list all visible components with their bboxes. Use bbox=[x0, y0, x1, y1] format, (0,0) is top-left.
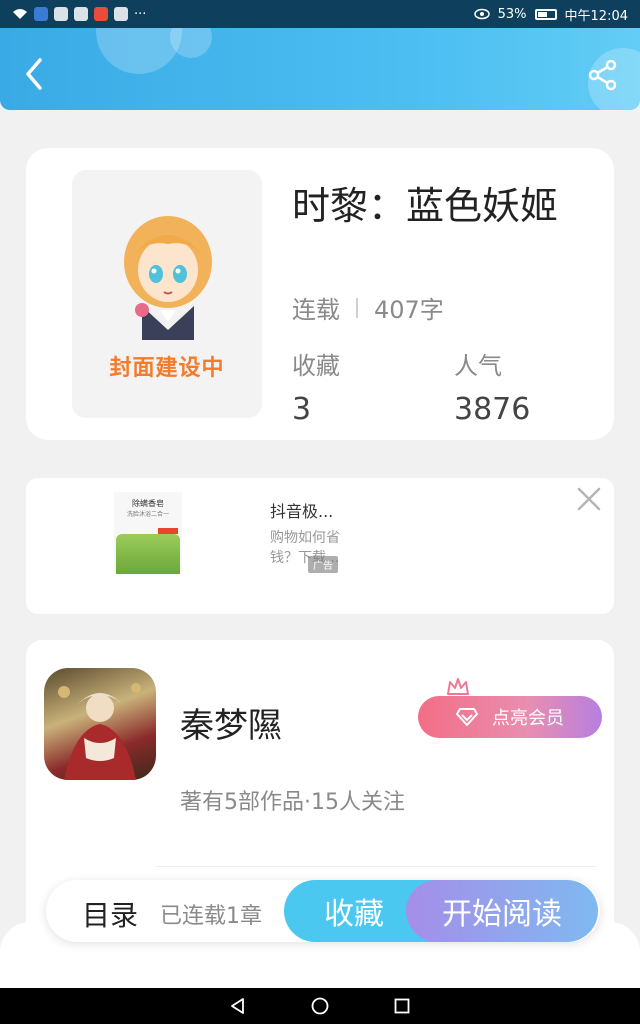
ad-image-label: 除螨香皂 bbox=[132, 499, 164, 508]
cover-illustration bbox=[124, 216, 212, 340]
chevron-left-icon bbox=[26, 58, 42, 90]
favorites-label: 收藏 bbox=[292, 352, 340, 380]
back-button[interactable] bbox=[20, 56, 50, 92]
book-title: 时黎：蓝色妖姬 bbox=[292, 184, 559, 228]
status-bar: ··· 53% 中午12:04 bbox=[0, 0, 640, 28]
ad-image[interactable]: 除螨香皂 洗脸沐浴二合一 bbox=[114, 492, 182, 574]
author-stats: 著有5部作品·15人关注 bbox=[180, 790, 405, 815]
close-icon bbox=[577, 487, 601, 511]
app-notification-icon bbox=[54, 7, 68, 21]
cover-placeholder-text: 封面建设中 bbox=[109, 356, 225, 381]
author-avatar[interactable] bbox=[44, 668, 156, 780]
app-notification-icon bbox=[34, 7, 48, 21]
read-button-label: 开始阅读 bbox=[442, 897, 562, 932]
eye-icon bbox=[473, 8, 490, 20]
bottom-action-bar: 目录 已连载1章 收藏 开始阅读 bbox=[46, 880, 600, 942]
diamond-icon bbox=[456, 708, 478, 726]
app-notification-icon bbox=[114, 7, 128, 21]
ad-image-sub: 洗脸沐浴二合一 bbox=[126, 511, 169, 518]
divider bbox=[156, 866, 596, 867]
book-meta: 连载 407字 bbox=[292, 290, 444, 325]
system-navigation-bar bbox=[0, 988, 640, 1024]
back-triangle-icon[interactable] bbox=[228, 996, 248, 1016]
book-status: 连载 bbox=[292, 296, 340, 324]
meta-divider bbox=[356, 297, 358, 318]
clock: 中午12:04 bbox=[564, 8, 628, 24]
author-name[interactable]: 秦梦隰 bbox=[180, 698, 282, 747]
popularity-value: 3876 bbox=[454, 392, 531, 427]
share-icon bbox=[588, 59, 617, 91]
vip-button-label: 点亮会员 bbox=[492, 708, 564, 729]
app-notification-icon bbox=[94, 7, 108, 21]
activate-vip-button[interactable]: 点亮会员 bbox=[418, 696, 602, 738]
book-info-card: 封面建设中 时黎：蓝色妖姬 连载 407字 收藏 3 人气 3876 bbox=[26, 148, 614, 440]
battery-icon bbox=[534, 8, 557, 20]
ad-close-button[interactable] bbox=[576, 486, 602, 512]
recents-square-icon[interactable] bbox=[392, 996, 412, 1016]
favorites-button-label: 收藏 bbox=[324, 897, 384, 932]
crown-icon bbox=[447, 678, 469, 695]
toc-button[interactable]: 目录 bbox=[82, 894, 138, 934]
share-button[interactable] bbox=[586, 58, 620, 92]
wifi-icon bbox=[13, 9, 27, 19]
word-count: 407字 bbox=[374, 296, 444, 324]
more-notifications: ··· bbox=[134, 6, 147, 22]
top-header bbox=[0, 28, 640, 110]
start-reading-button[interactable]: 开始阅读 bbox=[406, 880, 598, 942]
favorites-value: 3 bbox=[292, 392, 312, 427]
status-icons-left: ··· bbox=[12, 7, 146, 22]
ad-title[interactable]: 抖音极... bbox=[270, 498, 333, 522]
chapter-count[interactable]: 已连载1章 bbox=[160, 898, 262, 930]
ad-badge: 广告 bbox=[308, 556, 338, 573]
wechat-icon bbox=[74, 7, 88, 21]
book-cover[interactable]: 封面建设中 bbox=[72, 170, 262, 418]
avatar-illustration bbox=[58, 683, 141, 780]
battery-percent: 53% bbox=[497, 6, 527, 22]
popularity-label: 人气 bbox=[454, 352, 502, 380]
soap-image bbox=[116, 534, 180, 574]
status-icons-right: 53% 中午12:04 bbox=[473, 5, 628, 24]
ad-card[interactable]: 除螨香皂 洗脸沐浴二合一 抖音极... 购物如何省钱？下载... 广告 bbox=[26, 478, 614, 614]
home-circle-icon[interactable] bbox=[310, 996, 330, 1016]
decorative-bubble bbox=[170, 28, 212, 58]
